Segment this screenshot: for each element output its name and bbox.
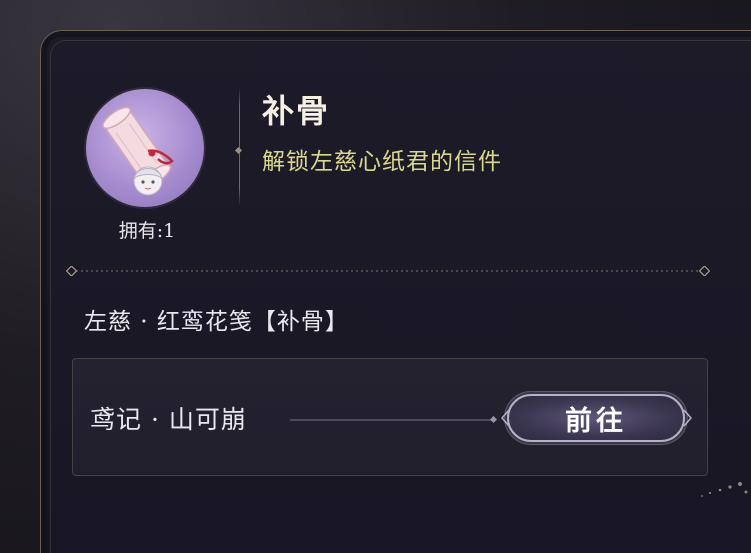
route-connector <box>290 416 498 424</box>
item-name: 补骨 <box>262 92 331 130</box>
corner-ornament <box>701 482 748 497</box>
button-left-ornament <box>501 409 510 427</box>
owned-count: 拥有:1 <box>118 220 176 242</box>
item-description: 解锁左慈心纸君的信件 <box>262 149 502 175</box>
go-button[interactable]: 前往 <box>507 394 685 442</box>
button-right-ornament <box>683 409 692 427</box>
item-icon <box>86 89 204 207</box>
game-screen: 拥有:1 补骨 解锁左慈心纸君的信件 左慈 · 红鸾花笺【补骨】 鸢记 · 山可… <box>0 0 751 553</box>
source-title: 左慈 · 红鸾花笺【补骨】 <box>84 309 349 335</box>
section-divider <box>66 266 710 276</box>
scroll-icon <box>102 106 174 196</box>
route-label: 鸢记 · 山可崩 <box>90 405 247 434</box>
